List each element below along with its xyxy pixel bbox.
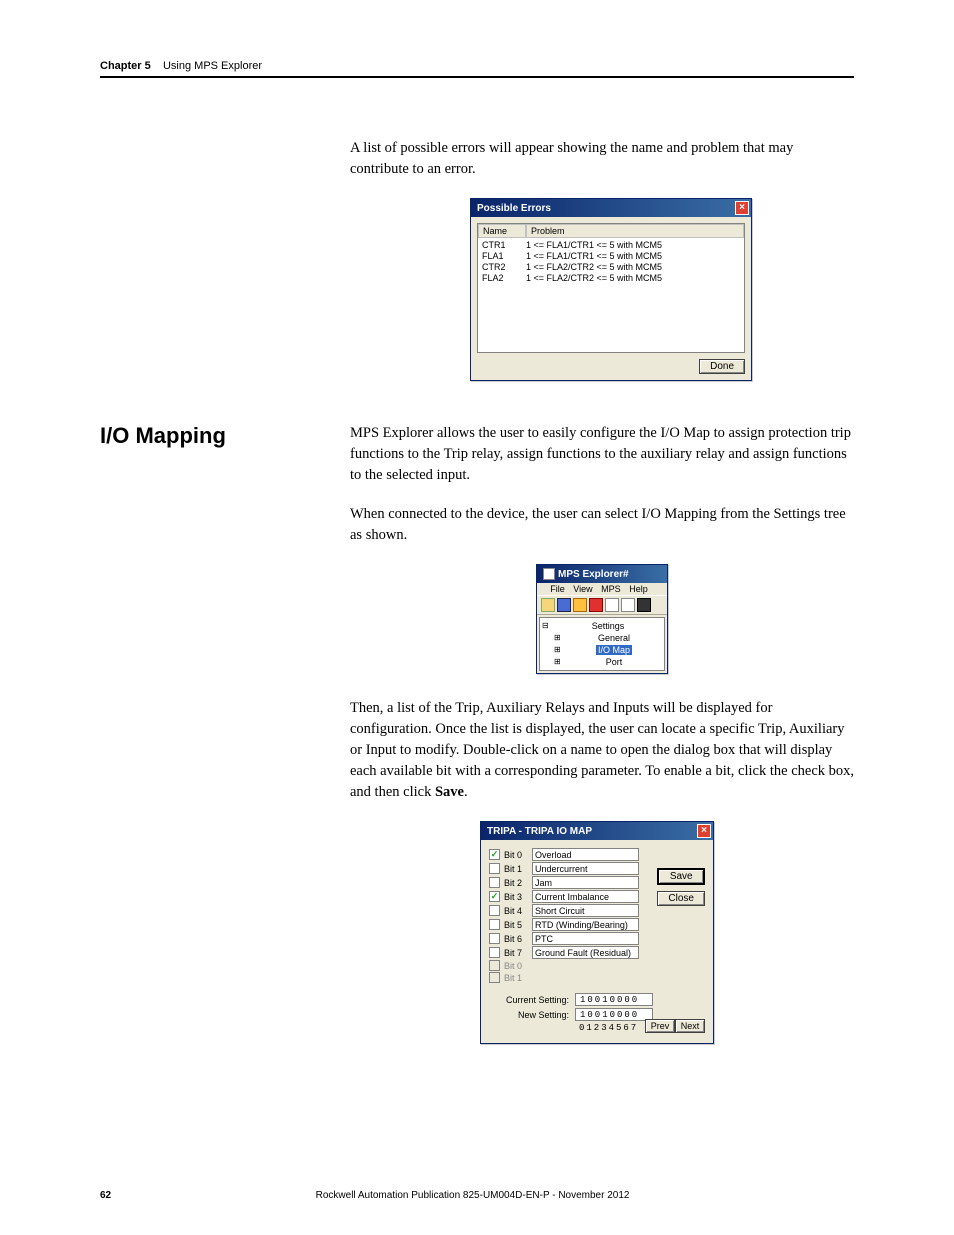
open-icon[interactable] bbox=[541, 598, 555, 612]
bit7-label: Bit 7 bbox=[504, 948, 528, 958]
current-setting-value: 10010000 bbox=[575, 993, 653, 1006]
header-rule bbox=[100, 76, 854, 78]
dialog-title: Possible Errors bbox=[477, 203, 551, 214]
settings-tree: Settings General I/O Map Port bbox=[539, 617, 665, 671]
close-button[interactable]: Close bbox=[657, 891, 705, 906]
tree-item-general[interactable]: General bbox=[554, 632, 662, 644]
menu-bar: File View MPS Help bbox=[537, 583, 667, 595]
col-problem[interactable]: Problem bbox=[526, 224, 744, 238]
mps-explorer-window: MPS Explorer# File View MPS Help bbox=[536, 564, 668, 674]
save-icon[interactable] bbox=[557, 598, 571, 612]
possible-errors-dialog: Possible Errors × Name Problem CTR11 <= … bbox=[470, 198, 752, 381]
bit3-checkbox[interactable]: ✓ bbox=[489, 891, 500, 902]
bit5-checkbox[interactable] bbox=[489, 919, 500, 930]
table-row[interactable]: CTR11 <= FLA1/CTR1 <= 5 with MCM5 bbox=[478, 240, 744, 251]
running-header: Chapter 5 Using MPS Explorer bbox=[100, 60, 854, 72]
chapter-title: Using MPS Explorer bbox=[163, 60, 262, 72]
menu-file[interactable]: File bbox=[550, 584, 565, 594]
upload-icon[interactable] bbox=[573, 598, 587, 612]
section-p1: MPS Explorer allows the user to easily c… bbox=[350, 423, 854, 486]
col-name[interactable]: Name bbox=[478, 224, 526, 238]
chapter-label: Chapter 5 bbox=[100, 60, 151, 72]
section-heading: I/O Mapping bbox=[100, 423, 350, 449]
bit0-param[interactable]: Overload bbox=[532, 848, 639, 861]
bit8-checkbox bbox=[489, 960, 500, 971]
bit9-label: Bit 1 bbox=[504, 973, 528, 983]
bit4-checkbox[interactable] bbox=[489, 905, 500, 916]
tree-item-iomap[interactable]: I/O Map bbox=[554, 644, 662, 656]
current-setting-label: Current Setting: bbox=[489, 995, 575, 1005]
bit4-param[interactable]: Short Circuit bbox=[532, 904, 639, 917]
menu-view[interactable]: View bbox=[573, 584, 592, 594]
done-button[interactable]: Done bbox=[699, 359, 745, 374]
bit0-checkbox[interactable]: ✓ bbox=[489, 849, 500, 860]
bit1-checkbox[interactable] bbox=[489, 863, 500, 874]
table-row[interactable]: FLA11 <= FLA1/CTR1 <= 5 with MCM5 bbox=[478, 251, 744, 262]
tree-root[interactable]: Settings bbox=[542, 620, 662, 632]
device-icon[interactable] bbox=[637, 598, 651, 612]
doc1-icon[interactable] bbox=[605, 598, 619, 612]
bit2-param[interactable]: Jam bbox=[532, 876, 639, 889]
intro-paragraph: A list of possible errors will appear sh… bbox=[350, 138, 854, 180]
new-setting-label: New Setting: bbox=[489, 1010, 575, 1020]
bit3-param[interactable]: Current Imbalance bbox=[532, 890, 639, 903]
close-icon[interactable]: × bbox=[735, 201, 749, 215]
section-p3: Then, a list of the Trip, Auxiliary Rela… bbox=[350, 698, 854, 803]
new-setting-value: 10010000 bbox=[575, 1008, 653, 1021]
save-button[interactable]: Save bbox=[657, 868, 705, 885]
bit6-label: Bit 6 bbox=[504, 934, 528, 944]
bit2-label: Bit 2 bbox=[504, 878, 528, 888]
window-title: MPS Explorer# bbox=[558, 569, 629, 580]
next-button[interactable]: Next bbox=[675, 1019, 705, 1033]
dialog-title: TRIPA - TRIPA IO MAP bbox=[487, 826, 592, 837]
section-p2: When connected to the device, the user c… bbox=[350, 504, 854, 546]
bit6-checkbox[interactable] bbox=[489, 933, 500, 944]
prev-button[interactable]: Prev bbox=[645, 1019, 675, 1033]
bit3-label: Bit 3 bbox=[504, 892, 528, 902]
bit7-param[interactable]: Ground Fault (Residual) bbox=[532, 946, 639, 959]
bit4-label: Bit 4 bbox=[504, 906, 528, 916]
publication-line: Rockwell Automation Publication 825-UM00… bbox=[316, 1190, 630, 1201]
app-icon bbox=[543, 568, 555, 580]
close-icon[interactable]: × bbox=[697, 824, 711, 838]
tripa-iomap-dialog: TRIPA - TRIPA IO MAP × ✓ Bit 0 Overload Bi… bbox=[480, 821, 714, 1044]
menu-help[interactable]: Help bbox=[629, 584, 648, 594]
bit5-param[interactable]: RTD (Winding/Bearing) bbox=[532, 918, 639, 931]
page-number: 62 bbox=[100, 1190, 111, 1201]
tree-item-port[interactable]: Port bbox=[554, 656, 662, 668]
bit0-label: Bit 0 bbox=[504, 850, 528, 860]
table-row[interactable]: FLA21 <= FLA2/CTR2 <= 5 with MCM5 bbox=[478, 273, 744, 284]
menu-mps[interactable]: MPS bbox=[601, 584, 621, 594]
bit6-param[interactable]: PTC bbox=[532, 932, 639, 945]
download-icon[interactable] bbox=[589, 598, 603, 612]
toolbar bbox=[537, 595, 667, 615]
bit1-param[interactable]: Undercurrent bbox=[532, 862, 639, 875]
bit9-checkbox bbox=[489, 972, 500, 983]
doc2-icon[interactable] bbox=[621, 598, 635, 612]
bit8-label: Bit 0 bbox=[504, 961, 528, 971]
bit1-label: Bit 1 bbox=[504, 864, 528, 874]
bit5-label: Bit 5 bbox=[504, 920, 528, 930]
bit2-checkbox[interactable] bbox=[489, 877, 500, 888]
bit7-checkbox[interactable] bbox=[489, 947, 500, 958]
errors-table: Name Problem CTR11 <= FLA1/CTR1 <= 5 wit… bbox=[477, 223, 745, 353]
page-footer: 62 Rockwell Automation Publication 825-U… bbox=[100, 1190, 854, 1201]
table-row[interactable]: CTR21 <= FLA2/CTR2 <= 5 with MCM5 bbox=[478, 262, 744, 273]
